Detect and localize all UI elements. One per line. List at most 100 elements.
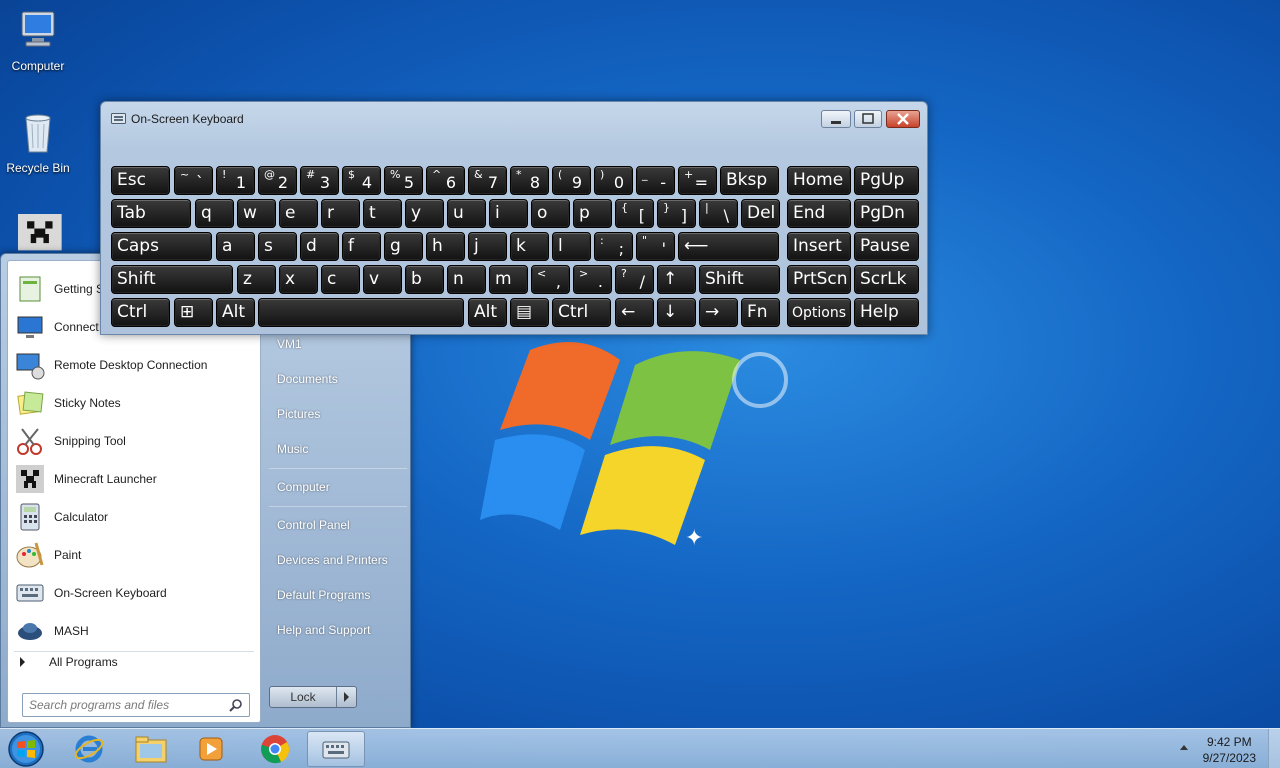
key-symbol-0-4[interactable]: #3	[300, 166, 339, 195]
key-letter-s[interactable]: s	[258, 232, 297, 261]
taskbar-chrome[interactable]	[246, 731, 304, 767]
key-letter-t[interactable]: t	[363, 199, 402, 228]
key-symbol-0-8[interactable]: & 7	[468, 166, 507, 195]
close-button[interactable]	[886, 110, 920, 128]
key-letter-r[interactable]: r	[321, 199, 360, 228]
key-symbol-0-9[interactable]: * 8	[510, 166, 549, 195]
key-symbol-0-11[interactable]: ) 0	[594, 166, 633, 195]
key-help[interactable]: Help	[854, 298, 919, 327]
key-arrow-right[interactable]: →	[699, 298, 738, 327]
key-arrow-left[interactable]: ←	[615, 298, 654, 327]
key-symbol-0-7[interactable]: ^ 6	[426, 166, 465, 195]
key-symbol-0-12[interactable]: _ -	[636, 166, 675, 195]
key-letter-v[interactable]: v	[363, 265, 402, 294]
key-letter-z[interactable]: z	[237, 265, 276, 294]
key-print-screen[interactable]: PrtScn	[787, 265, 851, 294]
key-symbol-3-10[interactable]: ? /	[615, 265, 654, 294]
key-ctrl[interactable]: Ctrl	[111, 298, 170, 327]
key-scroll-lock[interactable]: ScrLk	[854, 265, 919, 294]
key-letter-l[interactable]: l	[552, 232, 591, 261]
key-letter-x[interactable]: x	[279, 265, 318, 294]
system-clock[interactable]: 9:42 PM 9/27/2023	[1203, 734, 1256, 766]
key-alt[interactable]: Alt	[216, 298, 255, 327]
key-alt[interactable]: Alt	[468, 298, 507, 327]
key-letter-j[interactable]: j	[468, 232, 507, 261]
key-letter-h[interactable]: h	[426, 232, 465, 261]
key-symbol-1-11[interactable]: {[	[615, 199, 654, 228]
key-ctrl[interactable]: Ctrl	[552, 298, 611, 327]
key-fn[interactable]: Fn	[741, 298, 780, 327]
program-mash[interactable]: MASH	[14, 613, 254, 649]
key-letter-p[interactable]: p	[573, 199, 612, 228]
key-symbol-0-3[interactable]: @2	[258, 166, 297, 195]
key-letter-y[interactable]: y	[405, 199, 444, 228]
key-options[interactable]: Options	[787, 298, 851, 327]
key-symbol-0-2[interactable]: ! 1	[216, 166, 255, 195]
start-right-help-support[interactable]: Help and Support	[277, 623, 370, 637]
key-menu[interactable]: ▤	[510, 298, 549, 327]
key-backspace[interactable]: Bksp	[720, 166, 779, 195]
key-letter-k[interactable]: k	[510, 232, 549, 261]
key-symbol-0-5[interactable]: $4	[342, 166, 381, 195]
start-right-music[interactable]: Music	[277, 442, 308, 456]
key-symbol-0-13[interactable]: + =	[678, 166, 717, 195]
key-symbol-1-12[interactable]: }]	[657, 199, 696, 228]
key-letter-m[interactable]: m	[489, 265, 528, 294]
key-pause[interactable]: Pause	[854, 232, 919, 261]
start-right-computer[interactable]: Computer	[277, 480, 330, 494]
key-home[interactable]: Home	[787, 166, 851, 195]
all-programs-button[interactable]: All Programs	[20, 655, 118, 669]
key-enter[interactable]: ⟵	[678, 232, 779, 261]
key-letter-w[interactable]: w	[237, 199, 276, 228]
key-caps-lock[interactable]: Caps	[111, 232, 212, 261]
program-minecraft-launcher[interactable]: Minecraft Launcher	[14, 461, 254, 497]
start-right-vm1[interactable]: VM1	[277, 337, 302, 351]
show-hidden-icons-arrow[interactable]	[1180, 745, 1188, 750]
key-arrow-down[interactable]: ↓	[657, 298, 696, 327]
key-symbol-2-10[interactable]: :;	[594, 232, 633, 261]
taskbar-internet-explorer[interactable]	[60, 731, 118, 767]
shutdown-options-arrow[interactable]	[336, 687, 356, 707]
start-right-documents[interactable]: Documents	[277, 372, 338, 386]
key-page-up[interactable]: PgUp	[854, 166, 919, 195]
key-letter-e[interactable]: e	[279, 199, 318, 228]
key-symbol-3-8[interactable]: <,	[531, 265, 570, 294]
maximize-button[interactable]	[854, 110, 882, 128]
key-tab[interactable]: Tab	[111, 199, 191, 228]
key-symbol-0-10[interactable]: (9	[552, 166, 591, 195]
desktop-icon-recycle-bin[interactable]: Recycle Bin	[1, 110, 75, 175]
program-sticky-notes[interactable]: Sticky Notes	[14, 385, 254, 421]
start-right-default-programs[interactable]: Default Programs	[277, 588, 370, 602]
key-insert[interactable]: Insert	[787, 232, 851, 261]
key-shift[interactable]: Shift	[699, 265, 780, 294]
key-symbol-1-13[interactable]: | \	[699, 199, 738, 228]
key-symbol-2-11[interactable]: " '	[636, 232, 675, 261]
key-symbol-0-1[interactable]: ~ `	[174, 166, 213, 195]
show-desktop-button[interactable]	[1268, 729, 1280, 768]
search-input[interactable]: Search programs and files	[22, 693, 250, 717]
key-delete[interactable]: Del	[741, 199, 780, 228]
taskbar-on-screen-keyboard[interactable]	[307, 731, 365, 767]
key-symbol-3-9[interactable]: >.	[573, 265, 612, 294]
key-symbol-0-6[interactable]: % 5	[384, 166, 423, 195]
start-right-control-panel[interactable]: Control Panel	[277, 518, 350, 532]
key-letter-f[interactable]: f	[342, 232, 381, 261]
program-snipping-tool[interactable]: Snipping Tool	[14, 423, 254, 459]
key-page-down[interactable]: PgDn	[854, 199, 919, 228]
start-button[interactable]	[6, 729, 46, 768]
key-letter-q[interactable]: q	[195, 199, 234, 228]
taskbar-media-player[interactable]	[182, 731, 240, 767]
taskbar-windows-explorer[interactable]	[122, 731, 180, 767]
key-shift[interactable]: Shift	[111, 265, 233, 294]
key-letter-c[interactable]: c	[321, 265, 360, 294]
key-letter-u[interactable]: u	[447, 199, 486, 228]
program-paint[interactable]: Paint	[14, 537, 254, 573]
program-on-screen-keyboard[interactable]: On-Screen Keyboard	[14, 575, 254, 611]
key-letter-g[interactable]: g	[384, 232, 423, 261]
start-right-pictures[interactable]: Pictures	[277, 407, 320, 421]
key-letter-b[interactable]: b	[405, 265, 444, 294]
program-remote-desktop[interactable]: Remote Desktop Connection	[14, 347, 254, 383]
lock-button[interactable]: Lock	[269, 686, 357, 708]
key-arrow-up[interactable]: ↑	[657, 265, 696, 294]
key-letter-d[interactable]: d	[300, 232, 339, 261]
